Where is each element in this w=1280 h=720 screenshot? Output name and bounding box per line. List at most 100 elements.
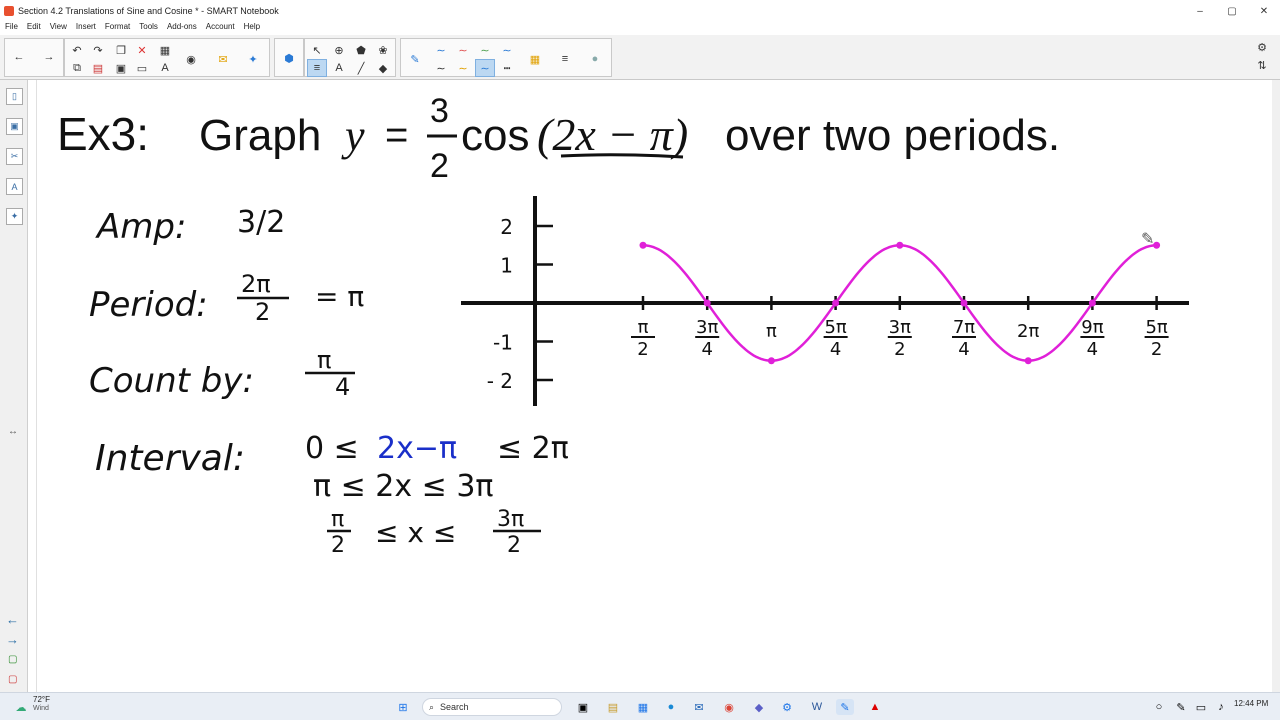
interval-line3-a-num: π <box>331 507 344 532</box>
pdf-icon[interactable]: ▤ <box>88 59 108 77</box>
pen-style-5-icon[interactable]: ∼ <box>431 59 451 77</box>
resize-handle-icon[interactable]: ↔ <box>8 426 18 437</box>
lab-icon[interactable]: ✦ <box>243 50 263 68</box>
table-icon[interactable]: ▦ <box>155 41 175 59</box>
x-tick-denominator: 4 <box>701 339 712 360</box>
smart-notebook-taskbar-icon[interactable]: ✎ <box>836 699 854 715</box>
delete-icon[interactable]: ✕ <box>132 41 152 59</box>
back-arrow-icon[interactable]: ← <box>9 48 29 66</box>
menu-tools[interactable]: Tools <box>139 22 158 35</box>
menu-format[interactable]: Format <box>105 22 130 35</box>
volume-icon[interactable]: ♪ <box>1212 699 1230 715</box>
heading-cos: cos <box>461 111 529 160</box>
mic-icon[interactable]: ○ <box>1150 699 1168 715</box>
color-palette-icon[interactable]: ▦ <box>525 50 545 68</box>
menu-insert[interactable]: Insert <box>76 22 96 35</box>
shapes-icon[interactable]: ⬟ <box>351 41 371 59</box>
menu-view[interactable]: View <box>50 22 67 35</box>
line-tool-icon[interactable]: ╱ <box>351 59 371 77</box>
toolbar-move-icon[interactable]: ⇅ <box>1252 56 1272 74</box>
settings-app-icon[interactable]: ⚙ <box>778 699 796 715</box>
menu-edit[interactable]: Edit <box>27 22 41 35</box>
gallery-tab-icon[interactable]: ▣ <box>6 118 23 135</box>
right-scroll-area[interactable] <box>1272 80 1280 692</box>
network-icon[interactable]: ▭ <box>1192 699 1210 715</box>
menu-add-ons[interactable]: Add-ons <box>167 22 197 35</box>
pen-style-4-icon[interactable]: ∼ <box>497 41 517 59</box>
pen-tray-icon[interactable]: ✎ <box>1172 699 1190 715</box>
save-icon[interactable]: ▣ <box>111 59 131 77</box>
pen-style-1-icon[interactable]: ∼ <box>431 41 451 59</box>
maximize-button[interactable]: ▢ <box>1216 0 1248 22</box>
edit-group: ↶ ↷ ❐ ✕ ▦ ⧉ ▤ ▣ ▭ A ◉ ✉ ✦ <box>64 38 270 77</box>
response-icon[interactable]: ✉ <box>213 50 233 68</box>
pen-style-6-icon[interactable]: ∼ <box>453 59 473 77</box>
next-page-icon[interactable]: → <box>6 632 19 647</box>
chrome-icon[interactable]: ◉ <box>720 699 738 715</box>
y-tick-label: 2 <box>500 215 513 239</box>
copy-icon[interactable]: ❐ <box>111 41 131 59</box>
period-num: 2π <box>241 270 271 298</box>
file-explorer-icon[interactable]: ▤ <box>604 699 622 715</box>
weather-icon[interactable]: ☁ <box>12 699 30 715</box>
pen-tool-icon[interactable]: ≡ <box>307 59 327 77</box>
pen-style-3-icon[interactable]: ∼ <box>475 41 495 59</box>
pen-style-2-icon[interactable]: ∼ <box>453 41 473 59</box>
x-tick-numerator: 9π <box>1081 317 1103 338</box>
gallery-icon[interactable]: ⬢ <box>279 49 299 67</box>
heading-eq: = <box>385 113 408 157</box>
undo-icon[interactable]: ↶ <box>67 41 87 59</box>
minimize-button[interactable]: – <box>1184 0 1216 22</box>
x-tick-numerator: 5π <box>1145 317 1167 338</box>
taskbar-search[interactable]: ⌕ Search <box>422 698 562 716</box>
edge-icon[interactable]: ● <box>662 699 680 715</box>
pen-style-7-icon[interactable]: ∼ <box>475 59 495 77</box>
pen-style-8-icon[interactable]: ┅ <box>497 59 517 77</box>
properties-icon[interactable]: A <box>6 178 23 195</box>
teams-icon[interactable]: ◆ <box>750 699 768 715</box>
amp-value: 3/2 <box>237 205 285 240</box>
mail-icon[interactable]: ✉ <box>690 699 708 715</box>
attachments-icon[interactable]: ✂ <box>6 148 23 165</box>
start-icon[interactable]: ⊞ <box>394 699 412 715</box>
paste-icon[interactable]: ⧉ <box>67 59 87 77</box>
forward-arrow-icon[interactable]: → <box>39 48 59 66</box>
cosine-graph: 21-1- 2 π23π4π 5π43π27π42π 9π45π2 ✎ <box>461 196 1189 406</box>
select-icon[interactable]: ↖ <box>307 41 327 59</box>
capture-icon[interactable]: ◉ <box>181 50 201 68</box>
add-ons-icon[interactable]: ✦ <box>6 208 23 225</box>
screen-icon[interactable]: ▭ <box>132 59 152 77</box>
menu-account[interactable]: Account <box>206 22 235 35</box>
page-sorter-icon[interactable]: ▯ <box>6 88 23 105</box>
word-icon[interactable]: W <box>808 699 826 715</box>
heading-prefix: Ex3: <box>57 108 149 160</box>
notebook-page[interactable]: Ex3: Graph y = 3 2 cos (2x − π) over two… <box>36 80 1272 692</box>
store-icon[interactable]: ▦ <box>634 699 652 715</box>
add-page-icon[interactable]: ▢ <box>8 654 17 665</box>
settings-gear-icon[interactable]: ⚙ <box>1252 38 1272 56</box>
text-size-icon[interactable]: A <box>155 59 175 77</box>
fill-icon[interactable]: ❀ <box>373 41 393 59</box>
transparency-icon[interactable]: ● <box>585 50 605 68</box>
prev-page-icon[interactable]: ← <box>6 612 19 627</box>
x-tick-denominator: 4 <box>958 339 969 360</box>
delete-page-icon[interactable]: ▢ <box>8 674 17 685</box>
close-button[interactable]: ✕ <box>1248 0 1280 22</box>
pen-icon[interactable]: ✎ <box>405 50 425 68</box>
key-point <box>1088 299 1096 307</box>
zoom-icon[interactable]: ⊕ <box>329 41 349 59</box>
acrobat-icon[interactable]: ▲ <box>866 699 884 715</box>
weather-temp: 72°F <box>33 695 50 704</box>
eraser-icon[interactable]: ◆ <box>373 59 393 77</box>
text-tool-icon[interactable]: A <box>329 59 349 77</box>
redo-icon[interactable]: ↷ <box>88 41 108 59</box>
menu-file[interactable]: File <box>5 22 18 35</box>
line-width-icon[interactable]: ≡ <box>555 50 575 68</box>
menu-help[interactable]: Help <box>244 22 260 35</box>
gallery-group: ⬢ <box>274 38 304 77</box>
x-tick-denominator: 4 <box>830 339 841 360</box>
task-view-icon[interactable]: ▣ <box>574 699 592 715</box>
key-point <box>767 357 775 365</box>
pen-options-group: ✎ ∼ ∼ ∼ ∼ ∼ ∼ ∼ ┅ ▦ ≡ ● <box>400 38 612 77</box>
heading-frac-num: 3 <box>430 92 449 130</box>
